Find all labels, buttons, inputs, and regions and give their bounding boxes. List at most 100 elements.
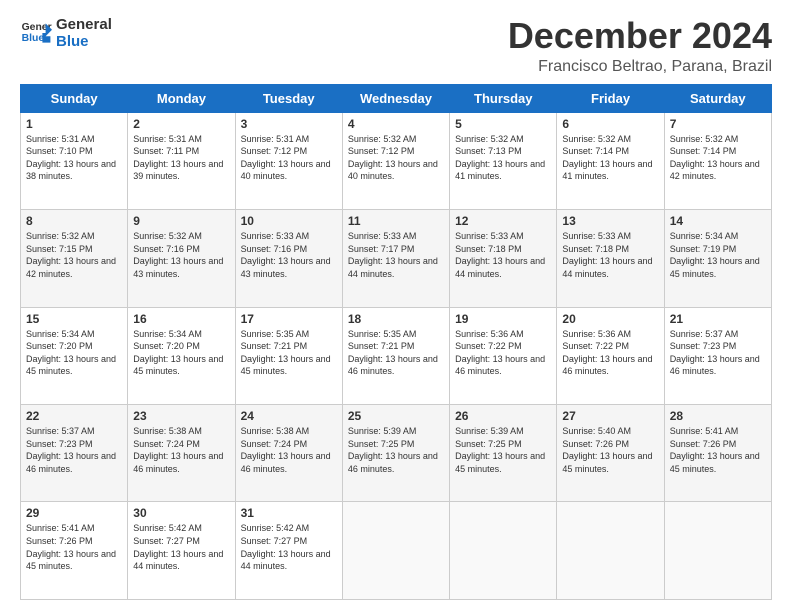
calendar-cell: 21 Sunrise: 5:37 AMSunset: 7:23 PMDayligh… (664, 307, 771, 404)
calendar-cell: 20 Sunrise: 5:36 AMSunset: 7:22 PMDayligh… (557, 307, 664, 404)
day-detail: Sunrise: 5:32 AMSunset: 7:14 PMDaylight:… (670, 134, 760, 182)
day-number: 13 (562, 214, 658, 228)
day-detail: Sunrise: 5:37 AMSunset: 7:23 PMDaylight:… (26, 426, 116, 474)
day-detail: Sunrise: 5:41 AMSunset: 7:26 PMDaylight:… (26, 523, 116, 571)
day-number: 12 (455, 214, 551, 228)
calendar-cell: 24 Sunrise: 5:38 AMSunset: 7:24 PMDayligh… (235, 405, 342, 502)
day-number: 1 (26, 117, 122, 131)
day-detail: Sunrise: 5:33 AMSunset: 7:16 PMDaylight:… (241, 231, 331, 279)
day-detail: Sunrise: 5:37 AMSunset: 7:23 PMDaylight:… (670, 329, 760, 377)
day-number: 17 (241, 312, 337, 326)
day-detail: Sunrise: 5:33 AMSunset: 7:17 PMDaylight:… (348, 231, 438, 279)
main-title: December 2024 (508, 16, 772, 56)
calendar-cell: 7 Sunrise: 5:32 AMSunset: 7:14 PMDaylight… (664, 112, 771, 209)
calendar-cell (664, 502, 771, 600)
calendar-cell: 22 Sunrise: 5:37 AMSunset: 7:23 PMDayligh… (21, 405, 128, 502)
day-detail: Sunrise: 5:34 AMSunset: 7:19 PMDaylight:… (670, 231, 760, 279)
day-number: 18 (348, 312, 444, 326)
logo-icon: General Blue (20, 17, 52, 49)
calendar-cell: 23 Sunrise: 5:38 AMSunset: 7:24 PMDayligh… (128, 405, 235, 502)
day-detail: Sunrise: 5:39 AMSunset: 7:25 PMDaylight:… (348, 426, 438, 474)
day-detail: Sunrise: 5:34 AMSunset: 7:20 PMDaylight:… (133, 329, 223, 377)
calendar-cell: 17 Sunrise: 5:35 AMSunset: 7:21 PMDayligh… (235, 307, 342, 404)
day-number: 22 (26, 409, 122, 423)
calendar-cell: 30 Sunrise: 5:42 AMSunset: 7:27 PMDayligh… (128, 502, 235, 600)
calendar-week-3: 15 Sunrise: 5:34 AMSunset: 7:20 PMDayligh… (21, 307, 772, 404)
calendar-cell: 14 Sunrise: 5:34 AMSunset: 7:19 PMDayligh… (664, 210, 771, 307)
day-number: 11 (348, 214, 444, 228)
day-detail: Sunrise: 5:41 AMSunset: 7:26 PMDaylight:… (670, 426, 760, 474)
calendar-header-row: SundayMondayTuesdayWednesdayThursdayFrid… (21, 84, 772, 112)
day-number: 3 (241, 117, 337, 131)
day-detail: Sunrise: 5:32 AMSunset: 7:16 PMDaylight:… (133, 231, 223, 279)
day-number: 21 (670, 312, 766, 326)
calendar-header-friday: Friday (557, 84, 664, 112)
calendar-header-thursday: Thursday (450, 84, 557, 112)
calendar-week-4: 22 Sunrise: 5:37 AMSunset: 7:23 PMDayligh… (21, 405, 772, 502)
day-detail: Sunrise: 5:38 AMSunset: 7:24 PMDaylight:… (133, 426, 223, 474)
calendar-cell: 26 Sunrise: 5:39 AMSunset: 7:25 PMDayligh… (450, 405, 557, 502)
day-number: 4 (348, 117, 444, 131)
header: General Blue General Blue December 2024 … (20, 16, 772, 76)
calendar-cell: 2 Sunrise: 5:31 AMSunset: 7:11 PMDaylight… (128, 112, 235, 209)
day-detail: Sunrise: 5:32 AMSunset: 7:12 PMDaylight:… (348, 134, 438, 182)
calendar-cell: 3 Sunrise: 5:31 AMSunset: 7:12 PMDaylight… (235, 112, 342, 209)
day-detail: Sunrise: 5:31 AMSunset: 7:11 PMDaylight:… (133, 134, 223, 182)
calendar-cell: 29Sunrise: 5:41 AMSunset: 7:26 PMDayligh… (21, 502, 128, 600)
calendar-cell: 31 Sunrise: 5:42 AMSunset: 7:27 PMDayligh… (235, 502, 342, 600)
day-number: 6 (562, 117, 658, 131)
calendar-cell: 28 Sunrise: 5:41 AMSunset: 7:26 PMDayligh… (664, 405, 771, 502)
logo: General Blue General Blue (20, 16, 112, 51)
day-number: 10 (241, 214, 337, 228)
day-detail: Sunrise: 5:42 AMSunset: 7:27 PMDaylight:… (241, 523, 331, 571)
day-number: 25 (348, 409, 444, 423)
calendar-week-5: 29Sunrise: 5:41 AMSunset: 7:26 PMDayligh… (21, 502, 772, 600)
day-number: 27 (562, 409, 658, 423)
calendar-week-1: 1 Sunrise: 5:31 AMSunset: 7:10 PMDaylight… (21, 112, 772, 209)
day-detail: Sunrise: 5:32 AMSunset: 7:15 PMDaylight:… (26, 231, 116, 279)
day-number: 15 (26, 312, 122, 326)
day-detail: Sunrise: 5:33 AMSunset: 7:18 PMDaylight:… (455, 231, 545, 279)
calendar-cell: 16 Sunrise: 5:34 AMSunset: 7:20 PMDayligh… (128, 307, 235, 404)
calendar-header-wednesday: Wednesday (342, 84, 449, 112)
day-number: 8 (26, 214, 122, 228)
day-number: 2 (133, 117, 229, 131)
day-detail: Sunrise: 5:40 AMSunset: 7:26 PMDaylight:… (562, 426, 652, 474)
day-detail: Sunrise: 5:31 AMSunset: 7:10 PMDaylight:… (26, 134, 116, 182)
day-number: 28 (670, 409, 766, 423)
day-detail: Sunrise: 5:31 AMSunset: 7:12 PMDaylight:… (241, 134, 331, 182)
day-detail: Sunrise: 5:36 AMSunset: 7:22 PMDaylight:… (562, 329, 652, 377)
day-number: 14 (670, 214, 766, 228)
calendar-cell (450, 502, 557, 600)
calendar-cell: 6 Sunrise: 5:32 AMSunset: 7:14 PMDaylight… (557, 112, 664, 209)
calendar-cell: 4 Sunrise: 5:32 AMSunset: 7:12 PMDaylight… (342, 112, 449, 209)
day-number: 26 (455, 409, 551, 423)
day-detail: Sunrise: 5:34 AMSunset: 7:20 PMDaylight:… (26, 329, 116, 377)
day-number: 24 (241, 409, 337, 423)
day-number: 7 (670, 117, 766, 131)
day-detail: Sunrise: 5:35 AMSunset: 7:21 PMDaylight:… (241, 329, 331, 377)
day-number: 9 (133, 214, 229, 228)
calendar-table: SundayMondayTuesdayWednesdayThursdayFrid… (20, 84, 772, 600)
day-number: 31 (241, 506, 337, 520)
calendar-cell: 15 Sunrise: 5:34 AMSunset: 7:20 PMDayligh… (21, 307, 128, 404)
calendar-header-tuesday: Tuesday (235, 84, 342, 112)
calendar-cell: 10 Sunrise: 5:33 AMSunset: 7:16 PMDayligh… (235, 210, 342, 307)
day-detail: Sunrise: 5:42 AMSunset: 7:27 PMDaylight:… (133, 523, 223, 571)
calendar-cell: 1 Sunrise: 5:31 AMSunset: 7:10 PMDaylight… (21, 112, 128, 209)
day-detail: Sunrise: 5:38 AMSunset: 7:24 PMDaylight:… (241, 426, 331, 474)
day-number: 23 (133, 409, 229, 423)
day-number: 16 (133, 312, 229, 326)
calendar-cell: 9 Sunrise: 5:32 AMSunset: 7:16 PMDaylight… (128, 210, 235, 307)
logo-line2: Blue (56, 33, 112, 50)
day-number: 30 (133, 506, 229, 520)
calendar-cell: 18Sunrise: 5:35 AMSunset: 7:21 PMDayligh… (342, 307, 449, 404)
calendar-cell: 19Sunrise: 5:36 AMSunset: 7:22 PMDayligh… (450, 307, 557, 404)
day-number: 19 (455, 312, 551, 326)
day-detail: Sunrise: 5:32 AMSunset: 7:14 PMDaylight:… (562, 134, 652, 182)
day-detail: Sunrise: 5:32 AMSunset: 7:13 PMDaylight:… (455, 134, 545, 182)
day-number: 20 (562, 312, 658, 326)
day-detail: Sunrise: 5:39 AMSunset: 7:25 PMDaylight:… (455, 426, 545, 474)
calendar-header-monday: Monday (128, 84, 235, 112)
calendar-cell: 11 Sunrise: 5:33 AMSunset: 7:17 PMDayligh… (342, 210, 449, 307)
